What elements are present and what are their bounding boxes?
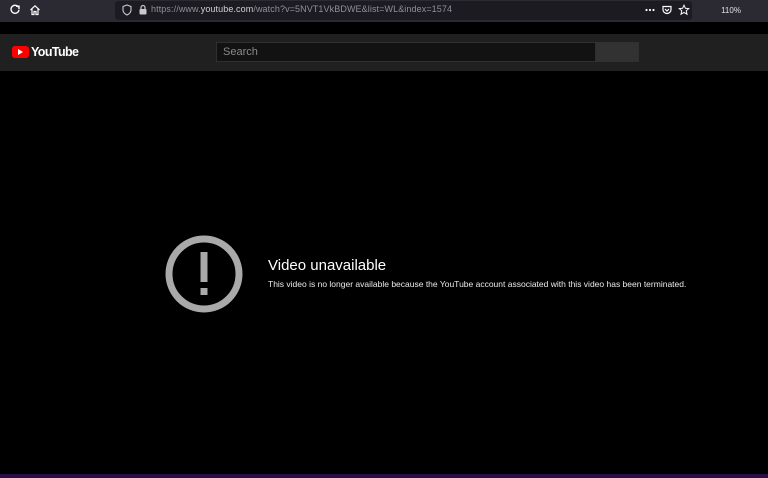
home-icon[interactable] — [28, 3, 42, 17]
lock-icon[interactable] — [136, 3, 150, 17]
bottom-strip — [0, 474, 768, 478]
alert-icon — [165, 235, 243, 313]
logo-text: YouTube — [31, 45, 79, 59]
youtube-logo[interactable]: YouTube — [12, 45, 79, 59]
reload-icon[interactable] — [8, 3, 22, 17]
error-message: This video is no longer available becaus… — [268, 279, 687, 289]
search-input[interactable] — [216, 42, 596, 62]
url-text: https://www.youtube.com/watch?v=5NVT1VkB… — [151, 4, 452, 14]
address-bar[interactable]: https://www.youtube.com/watch?v=5NVT1VkB… — [115, 1, 741, 20]
play-logo-icon — [12, 46, 29, 58]
zoom-level[interactable]: 110% — [716, 4, 746, 17]
url-suffix: /watch?v=5NVT1VkBDWE&list=WL&index=1574 — [253, 4, 453, 14]
search-button[interactable] — [596, 42, 639, 62]
star-icon[interactable] — [677, 3, 691, 17]
video-player: Video unavailable This video is no longe… — [0, 71, 768, 474]
dots-icon[interactable] — [643, 3, 657, 17]
url-prefix: https://www. — [151, 4, 201, 14]
error-title: Video unavailable — [268, 257, 387, 274]
pocket-icon[interactable] — [660, 3, 674, 17]
url-domain: youtube.com — [200, 4, 254, 14]
browser-toolbar: https://www.youtube.com/watch?v=5NVT1VkB… — [0, 0, 768, 22]
shield-icon[interactable] — [120, 3, 134, 17]
